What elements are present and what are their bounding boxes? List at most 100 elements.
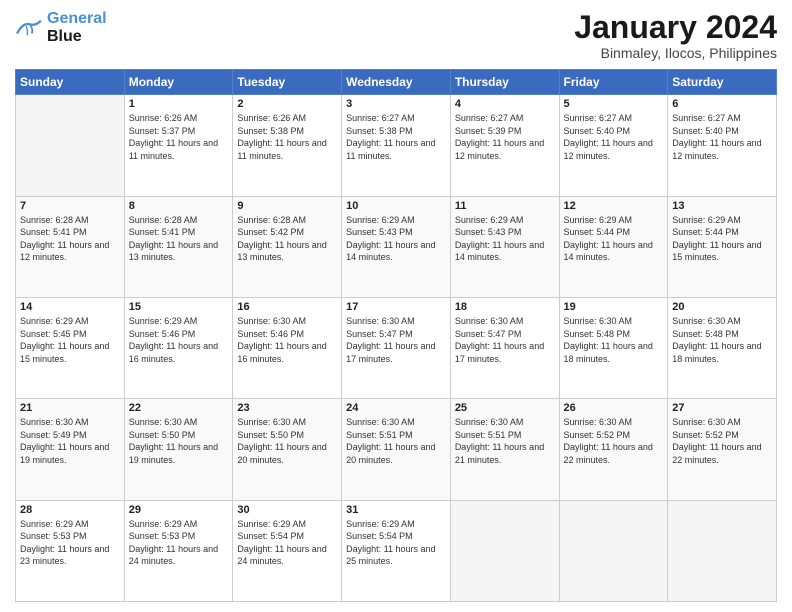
- day-number: 15: [129, 301, 229, 313]
- main-title: January 2024: [574, 10, 777, 45]
- day-info: Sunrise: 6:29 AMSunset: 5:44 PMDaylight:…: [672, 214, 772, 264]
- calendar-cell: 27 Sunrise: 6:30 AMSunset: 5:52 PMDayligh…: [668, 399, 777, 500]
- day-info: Sunrise: 6:30 AMSunset: 5:51 PMDaylight:…: [346, 416, 446, 466]
- calendar-cell: 10 Sunrise: 6:29 AMSunset: 5:43 PMDayligh…: [342, 196, 451, 297]
- day-info: Sunrise: 6:30 AMSunset: 5:52 PMDaylight:…: [564, 416, 664, 466]
- day-info: Sunrise: 6:27 AMSunset: 5:40 PMDaylight:…: [564, 112, 664, 162]
- day-number: 3: [346, 98, 446, 110]
- day-number: 17: [346, 301, 446, 313]
- calendar-cell: 25Sunrise: 6:30 AMSunset: 5:51 PMDayligh…: [450, 399, 559, 500]
- day-info: Sunrise: 6:30 AMSunset: 5:48 PMDaylight:…: [672, 315, 772, 365]
- calendar-cell: 12Sunrise: 6:29 AMSunset: 5:44 PMDayligh…: [559, 196, 668, 297]
- calendar-header-sunday: Sunday: [16, 70, 125, 95]
- calendar-cell: [559, 500, 668, 601]
- day-number: 5: [564, 98, 664, 110]
- day-info: Sunrise: 6:28 AMSunset: 5:41 PMDaylight:…: [20, 214, 120, 264]
- day-number: 4: [455, 98, 555, 110]
- day-number: 29: [129, 504, 229, 516]
- day-info: Sunrise: 6:29 AMSunset: 5:45 PMDaylight:…: [20, 315, 120, 365]
- calendar-cell: 4 Sunrise: 6:27 AMSunset: 5:39 PMDaylight…: [450, 95, 559, 196]
- calendar-cell: [16, 95, 125, 196]
- day-number: 21: [20, 402, 120, 414]
- day-info: Sunrise: 6:29 AMSunset: 5:43 PMDaylight:…: [346, 214, 446, 264]
- day-info: Sunrise: 6:27 AMSunset: 5:39 PMDaylight:…: [455, 112, 555, 162]
- day-number: 8: [129, 200, 229, 212]
- logo-bird-icon: [15, 17, 43, 39]
- calendar-cell: 17 Sunrise: 6:30 AMSunset: 5:47 PMDayligh…: [342, 297, 451, 398]
- day-number: 20: [672, 301, 772, 313]
- calendar-header-tuesday: Tuesday: [233, 70, 342, 95]
- calendar-cell: 11Sunrise: 6:29 AMSunset: 5:43 PMDayligh…: [450, 196, 559, 297]
- day-number: 16: [237, 301, 337, 313]
- calendar-cell: [450, 500, 559, 601]
- day-info: Sunrise: 6:30 AMSunset: 5:48 PMDaylight:…: [564, 315, 664, 365]
- day-number: 23: [237, 402, 337, 414]
- day-info: Sunrise: 6:30 AMSunset: 5:49 PMDaylight:…: [20, 416, 120, 466]
- calendar-cell: 9 Sunrise: 6:28 AMSunset: 5:42 PMDaylight…: [233, 196, 342, 297]
- day-info: Sunrise: 6:29 AMSunset: 5:54 PMDaylight:…: [237, 518, 337, 568]
- day-number: 19: [564, 301, 664, 313]
- calendar-cell: 18 Sunrise: 6:30 AMSunset: 5:47 PMDayligh…: [450, 297, 559, 398]
- day-info: Sunrise: 6:29 AMSunset: 5:53 PMDaylight:…: [129, 518, 229, 568]
- day-info: Sunrise: 6:30 AMSunset: 5:52 PMDaylight:…: [672, 416, 772, 466]
- calendar-cell: 13 Sunrise: 6:29 AMSunset: 5:44 PMDayligh…: [668, 196, 777, 297]
- day-number: 24: [346, 402, 446, 414]
- day-number: 28: [20, 504, 120, 516]
- calendar-table: SundayMondayTuesdayWednesdayThursdayFrid…: [15, 69, 777, 602]
- day-info: Sunrise: 6:29 AMSunset: 5:43 PMDaylight:…: [455, 214, 555, 264]
- calendar-cell: 7 Sunrise: 6:28 AMSunset: 5:41 PMDaylight…: [16, 196, 125, 297]
- day-number: 27: [672, 402, 772, 414]
- calendar-header-friday: Friday: [559, 70, 668, 95]
- header: General Blue January 2024 Binmaley, Iloc…: [15, 10, 777, 61]
- calendar-cell: 15 Sunrise: 6:29 AMSunset: 5:46 PMDayligh…: [124, 297, 233, 398]
- calendar-header-thursday: Thursday: [450, 70, 559, 95]
- day-info: Sunrise: 6:30 AMSunset: 5:50 PMDaylight:…: [237, 416, 337, 466]
- day-number: 2: [237, 98, 337, 110]
- day-number: 10: [346, 200, 446, 212]
- day-info: Sunrise: 6:29 AMSunset: 5:54 PMDaylight:…: [346, 518, 446, 568]
- day-number: 9: [237, 200, 337, 212]
- day-number: 31: [346, 504, 446, 516]
- calendar-cell: 8 Sunrise: 6:28 AMSunset: 5:41 PMDaylight…: [124, 196, 233, 297]
- calendar-cell: 28 Sunrise: 6:29 AMSunset: 5:53 PMDayligh…: [16, 500, 125, 601]
- day-number: 13: [672, 200, 772, 212]
- calendar-cell: 24 Sunrise: 6:30 AMSunset: 5:51 PMDayligh…: [342, 399, 451, 500]
- day-info: Sunrise: 6:30 AMSunset: 5:50 PMDaylight:…: [129, 416, 229, 466]
- day-info: Sunrise: 6:28 AMSunset: 5:42 PMDaylight:…: [237, 214, 337, 264]
- day-info: Sunrise: 6:30 AMSunset: 5:47 PMDaylight:…: [346, 315, 446, 365]
- calendar-cell: 31 Sunrise: 6:29 AMSunset: 5:54 PMDayligh…: [342, 500, 451, 601]
- logo-text: General Blue: [47, 10, 107, 47]
- calendar-cell: 6Sunrise: 6:27 AMSunset: 5:40 PMDaylight…: [668, 95, 777, 196]
- day-number: 26: [564, 402, 664, 414]
- calendar-cell: 22Sunrise: 6:30 AMSunset: 5:50 PMDayligh…: [124, 399, 233, 500]
- calendar-cell: 29 Sunrise: 6:29 AMSunset: 5:53 PMDayligh…: [124, 500, 233, 601]
- day-info: Sunrise: 6:30 AMSunset: 5:51 PMDaylight:…: [455, 416, 555, 466]
- day-info: Sunrise: 6:28 AMSunset: 5:41 PMDaylight:…: [129, 214, 229, 264]
- day-info: Sunrise: 6:29 AMSunset: 5:53 PMDaylight:…: [20, 518, 120, 568]
- calendar-cell: 21 Sunrise: 6:30 AMSunset: 5:49 PMDayligh…: [16, 399, 125, 500]
- calendar-cell: 3 Sunrise: 6:27 AMSunset: 5:38 PMDaylight…: [342, 95, 451, 196]
- day-number: 14: [20, 301, 120, 313]
- day-info: Sunrise: 6:29 AMSunset: 5:46 PMDaylight:…: [129, 315, 229, 365]
- calendar-header-saturday: Saturday: [668, 70, 777, 95]
- page: General Blue January 2024 Binmaley, Iloc…: [0, 0, 792, 612]
- calendar-cell: 1Sunrise: 6:26 AMSunset: 5:37 PMDaylight…: [124, 95, 233, 196]
- day-number: 30: [237, 504, 337, 516]
- logo: General Blue: [15, 10, 107, 47]
- day-info: Sunrise: 6:27 AMSunset: 5:38 PMDaylight:…: [346, 112, 446, 162]
- calendar-header-wednesday: Wednesday: [342, 70, 451, 95]
- calendar-cell: 23 Sunrise: 6:30 AMSunset: 5:50 PMDayligh…: [233, 399, 342, 500]
- day-info: Sunrise: 6:30 AMSunset: 5:47 PMDaylight:…: [455, 315, 555, 365]
- calendar-cell: 5 Sunrise: 6:27 AMSunset: 5:40 PMDaylight…: [559, 95, 668, 196]
- calendar-cell: 2 Sunrise: 6:26 AMSunset: 5:38 PMDaylight…: [233, 95, 342, 196]
- day-number: 18: [455, 301, 555, 313]
- day-info: Sunrise: 6:30 AMSunset: 5:46 PMDaylight:…: [237, 315, 337, 365]
- day-number: 6: [672, 98, 772, 110]
- day-info: Sunrise: 6:29 AMSunset: 5:44 PMDaylight:…: [564, 214, 664, 264]
- day-number: 7: [20, 200, 120, 212]
- calendar-cell: 14 Sunrise: 6:29 AMSunset: 5:45 PMDayligh…: [16, 297, 125, 398]
- day-number: 1: [129, 98, 229, 110]
- title-block: January 2024 Binmaley, Ilocos, Philippin…: [574, 10, 777, 61]
- day-info: Sunrise: 6:26 AMSunset: 5:38 PMDaylight:…: [237, 112, 337, 162]
- calendar-cell: 16 Sunrise: 6:30 AMSunset: 5:46 PMDayligh…: [233, 297, 342, 398]
